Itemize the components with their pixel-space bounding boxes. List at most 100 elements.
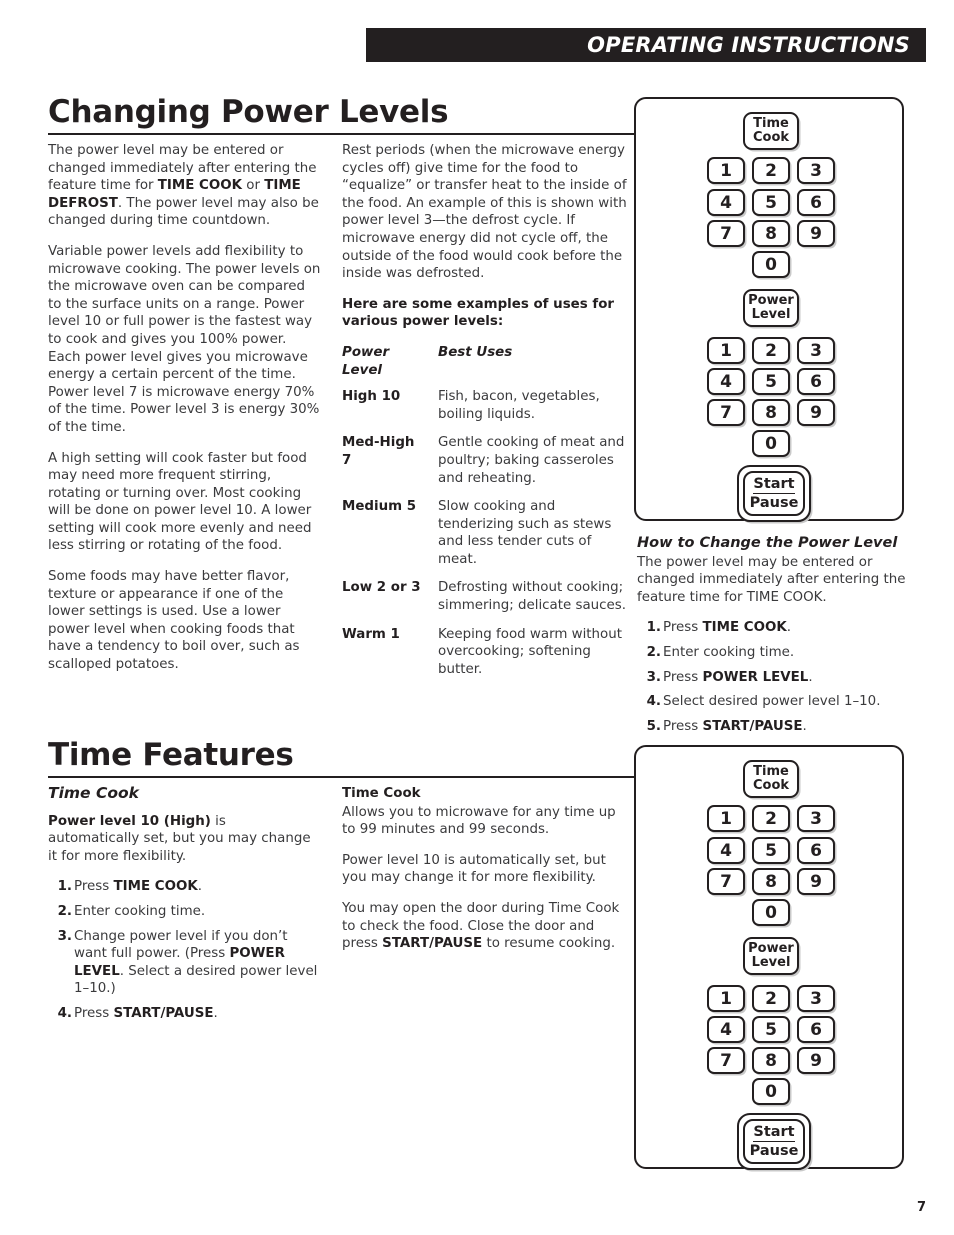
paragraph-how-to-intro: The power level may be entered or change… <box>637 554 906 605</box>
key-label-start: Start <box>753 1123 795 1140</box>
key-digit-2-lower[interactable]: 2 <box>752 337 790 364</box>
table-row: High 10 Fish, bacon, vegetables, boiling… <box>342 388 629 434</box>
step-text: Press <box>663 669 703 685</box>
key-time-cook[interactable]: Time Cook <box>743 760 799 798</box>
key-digit-4[interactable]: 4 <box>707 837 745 864</box>
key-digit-4[interactable]: 4 <box>707 189 745 216</box>
page-number: 7 <box>916 1200 926 1215</box>
step-text: Press <box>663 620 703 636</box>
key-digit-5[interactable]: 5 <box>752 837 790 864</box>
key-start-pause-inner: Start Pause <box>743 1119 805 1164</box>
key-power-level[interactable]: Power Level <box>743 937 799 975</box>
cell-power-level: Med-High 7 <box>342 435 415 468</box>
step-post: . <box>786 620 791 636</box>
key-digit-6[interactable]: 6 <box>797 189 835 216</box>
step-text: Enter cooking time. <box>74 903 206 919</box>
key-digit-0-lower[interactable]: 0 <box>752 430 790 457</box>
list-item: Press TIME COOK. <box>641 619 909 637</box>
key-digit-6-lower[interactable]: 6 <box>797 1016 835 1043</box>
key-digit-9-lower[interactable]: 9 <box>797 399 835 426</box>
heading-how-to-change-power-level: How to Change the Power Level <box>637 535 898 551</box>
key-label-line1: Power <box>748 941 794 956</box>
start-pause-divider <box>753 492 795 495</box>
key-digit-4-lower[interactable]: 4 <box>707 1016 745 1043</box>
subheading-time-cook-left: Time Cook <box>48 784 139 802</box>
table-header-row: Power Level Best Uses <box>342 344 629 388</box>
key-digit-7-lower[interactable]: 7 <box>707 399 745 426</box>
key-digit-8-lower[interactable]: 8 <box>752 399 790 426</box>
section2-left-column: Time Cook Power level 10 (High) is autom… <box>48 784 321 1030</box>
key-digit-2[interactable]: 2 <box>752 805 790 832</box>
key-digit-1[interactable]: 1 <box>707 157 745 184</box>
key-digit-1[interactable]: 1 <box>707 805 745 832</box>
key-digit-4-lower[interactable]: 4 <box>707 368 745 395</box>
key-digit-0[interactable]: 0 <box>752 251 790 278</box>
key-label-pause: Pause <box>749 495 799 512</box>
key-digit-7[interactable]: 7 <box>707 220 745 247</box>
table-row: Low 2 or 3 Defrosting without cooking; s… <box>342 579 629 625</box>
key-digit-3-lower[interactable]: 3 <box>797 985 835 1012</box>
key-digit-7[interactable]: 7 <box>707 868 745 895</box>
cell-best-uses: Gentle cooking of meat and poultry; baki… <box>438 435 625 486</box>
key-digit-9[interactable]: 9 <box>797 220 835 247</box>
key-label-line2: Cook <box>752 778 790 793</box>
key-digit-5-lower[interactable]: 5 <box>752 368 790 395</box>
key-start-pause[interactable]: Start Pause <box>737 465 811 522</box>
cell-power-level: Medium 5 <box>342 499 417 515</box>
keypad-top: Time Cook 1 2 3 4 5 6 7 8 9 0 Power Leve… <box>636 99 902 522</box>
control-panel-diagram-bottom: Time Cook 1 2 3 4 5 6 7 8 9 0 Power Leve… <box>634 745 904 1170</box>
key-digit-3[interactable]: 3 <box>797 805 835 832</box>
key-digit-2[interactable]: 2 <box>752 157 790 184</box>
section1-right-column: How to Change the Power Level The power … <box>637 535 909 742</box>
step-bold: TIME COOK <box>702 620 787 636</box>
paragraph-rest-periods: Rest periods (when the microwave energy … <box>342 143 627 282</box>
key-digit-0[interactable]: 0 <box>752 899 790 926</box>
column-header-best-uses: Best Uses <box>438 344 513 360</box>
power-level-table: Power Level Best Uses High 10 Fish, baco… <box>342 344 629 690</box>
term-time-cook: TIME COOK <box>157 178 243 194</box>
paragraph-variable-power-levels: Variable power levels add flexibility to… <box>48 243 321 435</box>
key-digit-8-lower[interactable]: 8 <box>752 1047 790 1074</box>
paragraph-open-door: You may open the door during Time Cook t… <box>342 900 629 953</box>
key-digit-3-lower[interactable]: 3 <box>797 337 835 364</box>
key-label-pause: Pause <box>749 1143 799 1160</box>
key-digit-7-lower[interactable]: 7 <box>707 1047 745 1074</box>
term-power-level-10-high: Power level 10 (High) <box>48 813 211 829</box>
page-header-bar: OPERATING INSTRUCTIONS <box>366 28 926 62</box>
key-digit-8[interactable]: 8 <box>752 220 790 247</box>
time-cook-steps: Press TIME COOK. Enter cooking time. Cha… <box>48 878 321 1022</box>
key-digit-9-lower[interactable]: 9 <box>797 1047 835 1074</box>
how-to-change-power-steps: Press TIME COOK. Enter cooking time. Pre… <box>637 619 909 735</box>
paragraph-power-level-10-auto: Power level 10 is automatically set, but… <box>342 852 606 886</box>
key-digit-1-lower[interactable]: 1 <box>707 985 745 1012</box>
key-digit-5-lower[interactable]: 5 <box>752 1016 790 1043</box>
key-digit-0-lower[interactable]: 0 <box>752 1078 790 1105</box>
header-title: OPERATING INSTRUCTIONS <box>587 33 910 57</box>
key-label-line1: Time <box>753 764 789 779</box>
subheading-time-cook-mid: Time Cook <box>342 786 421 801</box>
control-panel-diagram-top: Time Cook 1 2 3 4 5 6 7 8 9 0 Power Leve… <box>634 97 904 522</box>
section1-divider <box>48 133 634 135</box>
column-header-power-level: Power Level <box>342 344 390 378</box>
key-power-level[interactable]: Power Level <box>743 289 799 327</box>
key-digit-6-lower[interactable]: 6 <box>797 368 835 395</box>
key-digit-9[interactable]: 9 <box>797 868 835 895</box>
step-text: Press <box>663 718 703 734</box>
key-digit-2-lower[interactable]: 2 <box>752 985 790 1012</box>
key-digit-6[interactable]: 6 <box>797 837 835 864</box>
key-start-pause[interactable]: Start Pause <box>737 1113 811 1170</box>
key-digit-8[interactable]: 8 <box>752 868 790 895</box>
table-row: Medium 5 Slow cooking and tenderizing su… <box>342 498 629 579</box>
key-time-cook[interactable]: Time Cook <box>743 112 799 150</box>
term-start-pause: START/PAUSE <box>382 936 483 952</box>
key-digit-5[interactable]: 5 <box>752 189 790 216</box>
key-digit-3[interactable]: 3 <box>797 157 835 184</box>
key-digit-1-lower[interactable]: 1 <box>707 337 745 364</box>
cell-best-uses: Keeping food warm without overcooking; s… <box>438 626 622 677</box>
list-item: Press START/PAUSE. <box>52 1005 321 1023</box>
paragraph-high-setting: A high setting will cook faster but food… <box>48 450 312 554</box>
step-bold: START/PAUSE <box>113 1005 214 1021</box>
cell-power-level: Low 2 or 3 <box>342 580 421 596</box>
cell-power-level: Warm 1 <box>342 626 400 642</box>
step-bold: START/PAUSE <box>702 718 803 734</box>
